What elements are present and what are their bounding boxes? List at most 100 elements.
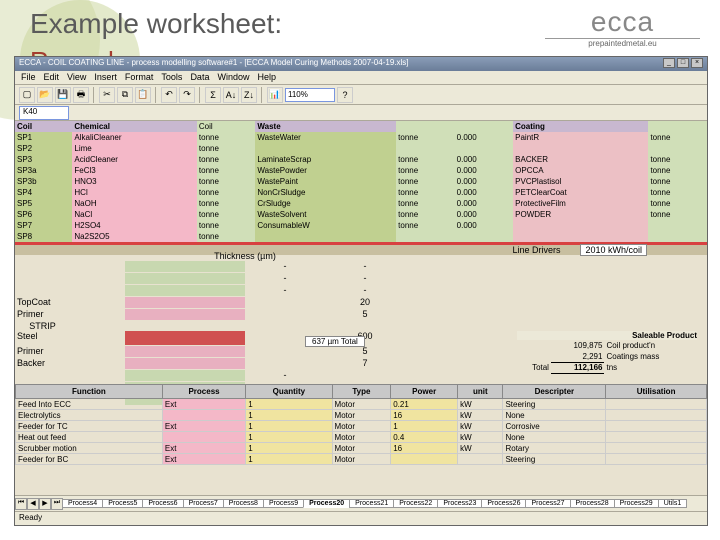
- cell[interactable]: PaintR: [513, 132, 648, 143]
- func-cell[interactable]: 1: [246, 432, 332, 443]
- titlebar[interactable]: ECCA - COIL COATING LINE - process model…: [15, 57, 707, 71]
- func-cell[interactable]: Motor: [332, 432, 391, 443]
- func-cell[interactable]: None: [503, 432, 606, 443]
- sheet-tab[interactable]: Process7: [183, 499, 224, 508]
- thickness-b[interactable]: -: [325, 273, 405, 284]
- cell[interactable]: tonne: [396, 220, 455, 231]
- cell[interactable]: SP1: [15, 132, 72, 143]
- thickness-b[interactable]: -: [325, 285, 405, 296]
- cell[interactable]: 0.000: [455, 165, 514, 176]
- cell[interactable]: NaCl: [72, 209, 197, 220]
- sheet-tab[interactable]: Process21: [349, 499, 394, 508]
- close-button[interactable]: ×: [691, 58, 703, 68]
- cell[interactable]: SP8: [15, 231, 72, 242]
- func-cell[interactable]: Scrubber motion: [16, 443, 163, 454]
- help-icon[interactable]: ?: [337, 87, 353, 103]
- cell[interactable]: [455, 143, 514, 154]
- tab-first-icon[interactable]: ⏮: [15, 498, 27, 510]
- cell[interactable]: 0.000: [455, 176, 514, 187]
- cut-icon[interactable]: ✂: [99, 87, 115, 103]
- sheet-tab[interactable]: Process6: [142, 499, 183, 508]
- func-cell[interactable]: Feeder for TC: [16, 421, 163, 432]
- maximize-button[interactable]: □: [677, 58, 689, 68]
- func-cell[interactable]: Motor: [332, 454, 391, 465]
- func-cell[interactable]: kW: [458, 410, 503, 421]
- cell[interactable]: FeCl3: [72, 165, 197, 176]
- func-cell[interactable]: [162, 432, 245, 443]
- copy-icon[interactable]: ⧉: [117, 87, 133, 103]
- func-cell[interactable]: Motor: [332, 443, 391, 454]
- cell[interactable]: [255, 231, 396, 242]
- cell[interactable]: tonne: [197, 132, 256, 143]
- sheet-tab[interactable]: Process29: [614, 499, 659, 508]
- thickness-a[interactable]: -: [245, 370, 325, 381]
- sort-asc-icon[interactable]: A↓: [223, 87, 239, 103]
- menu-help[interactable]: Help: [257, 72, 276, 83]
- thickness-a[interactable]: -: [245, 273, 325, 284]
- sheet-tab[interactable]: Process4: [62, 499, 103, 508]
- cell[interactable]: tonne: [648, 209, 707, 220]
- sheet-tab[interactable]: Process9: [263, 499, 304, 508]
- func-cell[interactable]: Steering: [503, 454, 606, 465]
- menu-edit[interactable]: Edit: [44, 72, 60, 83]
- thickness-b[interactable]: 5: [325, 346, 405, 357]
- sheet-tab[interactable]: Process28: [570, 499, 615, 508]
- cell[interactable]: WastePaint: [255, 176, 396, 187]
- func-cell[interactable]: Motor: [332, 410, 391, 421]
- cell[interactable]: CrSludge: [255, 198, 396, 209]
- open-icon[interactable]: 📂: [37, 87, 53, 103]
- menu-view[interactable]: View: [67, 72, 86, 83]
- func-cell[interactable]: Corrosive: [503, 421, 606, 432]
- cell[interactable]: [513, 231, 648, 242]
- func-cell[interactable]: 16: [391, 443, 458, 454]
- cell[interactable]: tonne: [197, 198, 256, 209]
- tab-next-icon[interactable]: ▶: [39, 498, 51, 510]
- func-cell[interactable]: Rotary: [503, 443, 606, 454]
- func-cell[interactable]: [458, 454, 503, 465]
- func-cell[interactable]: Motor: [332, 421, 391, 432]
- menubar[interactable]: File Edit View Insert Format Tools Data …: [15, 71, 707, 85]
- sheet-tab[interactable]: Utils1: [658, 499, 688, 508]
- func-cell[interactable]: kW: [458, 421, 503, 432]
- cell[interactable]: SP3a: [15, 165, 72, 176]
- cell[interactable]: tonne: [197, 209, 256, 220]
- cell[interactable]: tonne: [197, 187, 256, 198]
- cell[interactable]: SP3b: [15, 176, 72, 187]
- thickness-a[interactable]: [245, 358, 325, 369]
- func-cell[interactable]: 1: [246, 399, 332, 410]
- thickness-b[interactable]: 5: [325, 309, 405, 320]
- func-cell[interactable]: kW: [458, 443, 503, 454]
- cell[interactable]: tonne: [197, 220, 256, 231]
- cell[interactable]: [255, 143, 396, 154]
- cell[interactable]: [513, 143, 648, 154]
- func-cell[interactable]: Feeder for BC: [16, 454, 163, 465]
- cell[interactable]: OPCCA: [513, 165, 648, 176]
- func-cell[interactable]: 16: [391, 410, 458, 421]
- func-cell[interactable]: 1: [246, 421, 332, 432]
- cell[interactable]: tonne: [197, 165, 256, 176]
- cell[interactable]: [455, 231, 514, 242]
- func-cell[interactable]: kW: [458, 432, 503, 443]
- save-icon[interactable]: 💾: [55, 87, 71, 103]
- namebox[interactable]: K40: [19, 106, 69, 120]
- cell[interactable]: 0.000: [455, 154, 514, 165]
- cell[interactable]: tonne: [396, 132, 455, 143]
- cell[interactable]: tonne: [197, 154, 256, 165]
- cell[interactable]: tonne: [648, 132, 707, 143]
- menu-file[interactable]: File: [21, 72, 36, 83]
- cell[interactable]: H2SO4: [72, 220, 197, 231]
- func-cell[interactable]: Feed Into ECC: [16, 399, 163, 410]
- menu-format[interactable]: Format: [125, 72, 154, 83]
- cell[interactable]: tonne: [396, 165, 455, 176]
- cell[interactable]: tonne: [396, 198, 455, 209]
- func-cell[interactable]: [162, 410, 245, 421]
- cell[interactable]: SP3: [15, 154, 72, 165]
- cell[interactable]: 0.000: [455, 198, 514, 209]
- func-cell[interactable]: kW: [458, 399, 503, 410]
- sheet-tab[interactable]: Process27: [525, 499, 570, 508]
- cell[interactable]: SP4: [15, 187, 72, 198]
- cell[interactable]: WasteWater: [255, 132, 396, 143]
- cell[interactable]: [648, 220, 707, 231]
- cell[interactable]: tonne: [396, 176, 455, 187]
- func-cell[interactable]: Electrolytics: [16, 410, 163, 421]
